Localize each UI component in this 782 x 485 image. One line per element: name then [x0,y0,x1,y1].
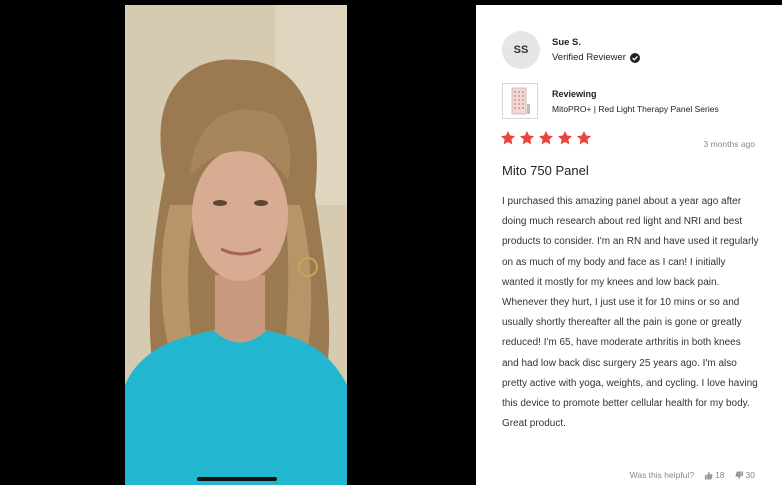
product-thumbnail[interactable] [502,83,538,119]
home-indicator [197,477,277,481]
star-icon [577,131,591,145]
review-panel: SS Sue S. Verified Reviewer Reviewing Mi… [476,5,782,485]
verified-check-icon [629,52,640,63]
helpful-label: Was this helpful? [629,470,695,480]
avatar: SS [502,31,540,69]
helpful-up-button[interactable]: 18 [704,470,725,480]
helpful-up-count: 18 [715,470,725,480]
product-image-icon [511,87,530,115]
helpful-down-count: 30 [745,470,755,480]
star-icon [558,131,572,145]
verified-badge: Verified Reviewer [552,52,640,63]
reviewing-label: Reviewing [552,89,597,99]
star-icon [520,131,534,145]
star-icon [539,131,553,145]
review-title: Mito 750 Panel [502,163,589,178]
media-pane [0,0,476,485]
star-rating [500,130,592,146]
video-frame-illustration [125,5,347,485]
helpful-down-button[interactable]: 30 [735,470,755,480]
verified-label: Verified Reviewer [552,52,626,63]
review-video[interactable] [125,5,347,485]
helpful-section: Was this helpful? 18 30 [630,470,755,480]
product-name[interactable]: MitoPRO+ | Red Light Therapy Panel Serie… [552,104,719,114]
review-date: 3 months ago [703,139,755,149]
thumbs-down-icon [735,470,743,479]
reviewer-name: Sue S. [552,37,582,48]
star-icon [501,131,515,145]
review-body: I purchased this amazing panel about a y… [502,196,759,430]
thumbs-up-icon [704,471,713,480]
